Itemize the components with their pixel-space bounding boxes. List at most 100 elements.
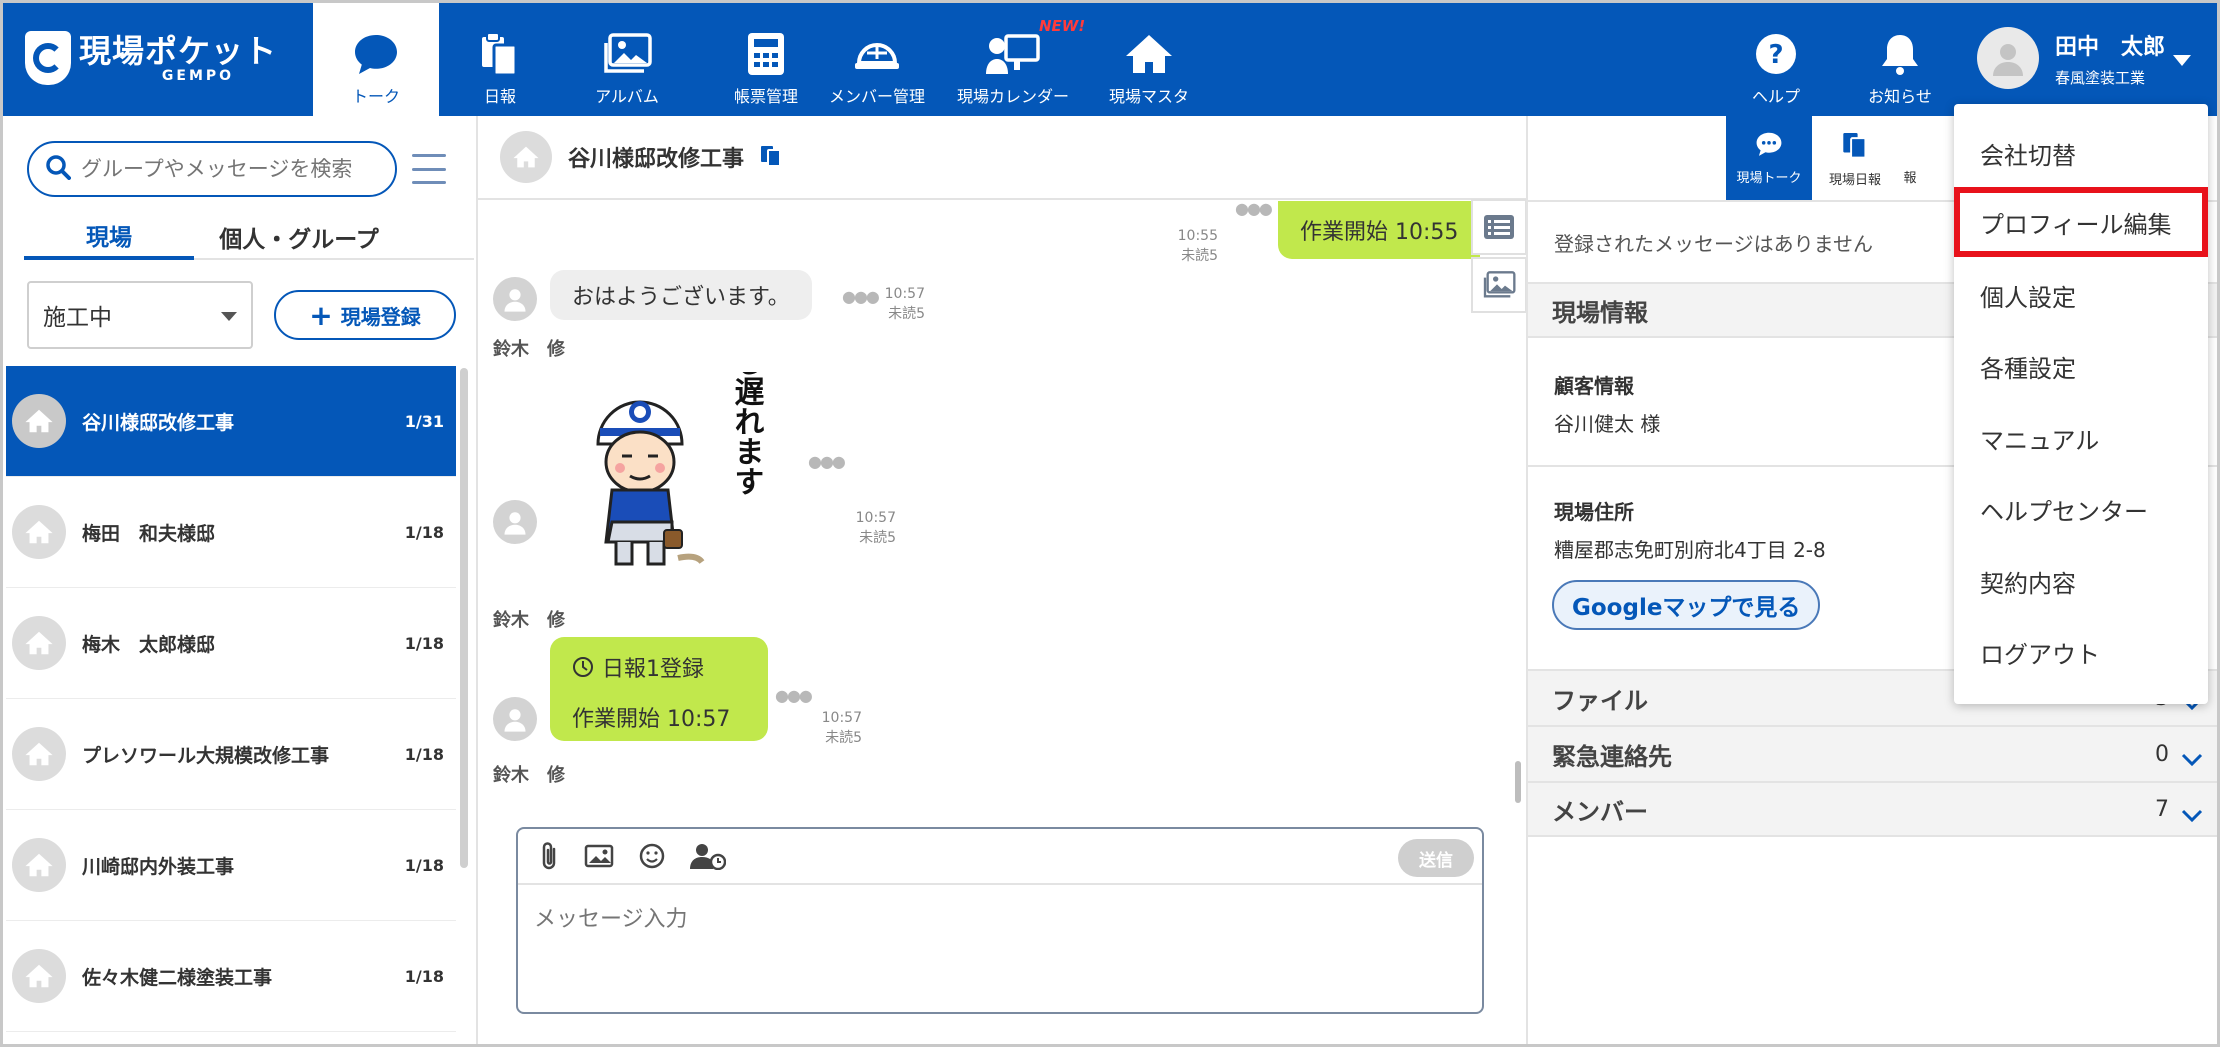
logo-mark-icon	[25, 31, 71, 85]
logo-subtext: GEMPO	[161, 68, 235, 84]
site-list-item[interactable]: プレソワール大規模改修工事 1/18	[6, 699, 456, 810]
customer-value: 谷川健太 様	[1554, 412, 1661, 436]
menu-item-settings[interactable]: 各種設定	[1954, 331, 2208, 401]
chevron-down-icon	[2181, 801, 2203, 829]
chat-scrollbar[interactable]	[1515, 761, 1521, 803]
logo-text: 現場ポケット	[79, 32, 278, 70]
house-icon	[12, 394, 66, 448]
user-dropdown-menu: 会社切替 プロフィール編集 個人設定 各種設定 マニュアル ヘルプセンター 契約…	[1954, 104, 2208, 704]
nav-album[interactable]: アルバム	[579, 3, 675, 116]
album-icon[interactable]	[1471, 257, 1527, 313]
sender-name: 鈴木 修	[493, 610, 565, 631]
info-tabs: 現場トーク 現場日報 報	[1726, 116, 1922, 200]
site-list-item[interactable]: 梅木 太郎様邸 1/18	[6, 588, 456, 699]
menu-item-contract[interactable]: 契約内容	[1954, 546, 2208, 616]
tab-partial[interactable]: 報	[1898, 116, 1922, 200]
search-box[interactable]	[27, 141, 397, 197]
sender-name: 鈴木 修	[493, 339, 565, 360]
svg-text:少し遅れます: 少し遅れます	[729, 372, 765, 496]
clock-icon	[572, 656, 594, 678]
user-menu-trigger[interactable]: 田中 太郎 春風塗装工業	[1977, 27, 2191, 89]
message-composer: 送信	[516, 827, 1484, 1014]
sender-avatar	[493, 277, 537, 321]
send-button[interactable]: 送信	[1398, 839, 1474, 877]
google-map-button[interactable]: Googleマップで見る	[1552, 580, 1821, 630]
menu-item-edit-profile[interactable]: プロフィール編集	[1954, 187, 2208, 257]
customer-label: 顧客情報	[1554, 374, 1634, 398]
address-label: 現場住所	[1554, 500, 1634, 524]
user-schedule-icon[interactable]	[690, 842, 726, 870]
nav-talk[interactable]: トーク	[313, 3, 439, 116]
help-icon: ?	[1754, 29, 1798, 79]
house-icon	[1124, 29, 1174, 79]
tab-site-report[interactable]: 現場日報	[1812, 116, 1898, 200]
app-logo[interactable]: 現場ポケット GEMPO	[25, 31, 277, 85]
chevron-down-icon	[2181, 745, 2203, 773]
nav-forms[interactable]: 帳票管理	[711, 3, 821, 116]
top-nav-bar: 現場ポケット GEMPO トーク 日報 アルバム 帳票管理 メンバー管理 NEW…	[3, 3, 2217, 116]
address-value: 糟屋郡志免町別府北4丁目 2-8	[1554, 538, 1826, 562]
report-icon	[1842, 129, 1868, 163]
report-icon	[480, 29, 520, 79]
image-icon[interactable]	[584, 844, 614, 868]
site-list: 谷川様邸改修工事 1/31 梅田 和夫様邸 1/18 梅木 太郎様邸 1/18 …	[6, 366, 456, 1032]
list-icon[interactable]	[1471, 199, 1527, 255]
emoji-icon[interactable]	[638, 842, 666, 870]
menu-item-help-center[interactable]: ヘルプセンター	[1954, 474, 2208, 544]
message-meta: 10:57 未読5	[884, 286, 925, 322]
tab-site-talk[interactable]: 現場トーク	[1726, 116, 1812, 200]
house-icon	[12, 505, 66, 559]
house-icon	[12, 616, 66, 670]
nav-member-management[interactable]: メンバー管理	[825, 3, 929, 116]
house-icon	[12, 949, 66, 1003]
site-list-item[interactable]: 佐々木健二様塗装工事 1/18	[6, 921, 456, 1032]
message-bubble[interactable]: おはようございます。	[550, 270, 812, 320]
svg-text:?: ?	[1768, 40, 1783, 70]
menu-icon[interactable]	[412, 154, 446, 184]
menu-item-logout[interactable]: ログアウト	[1954, 617, 2208, 687]
sender-name: 鈴木 修	[493, 765, 565, 786]
helmet-icon	[853, 29, 901, 79]
daily-report-message[interactable]: 日報1登録 作業開始 10:57	[550, 637, 768, 741]
site-list-item[interactable]: 川崎邸内外装工事 1/18	[6, 810, 456, 921]
message-input[interactable]	[518, 885, 1458, 995]
site-list-item[interactable]: 谷川様邸改修工事 1/31	[6, 366, 456, 477]
chat-title: 谷川様邸改修工事	[568, 147, 745, 172]
sender-avatar	[493, 500, 537, 544]
paperclip-icon[interactable]	[538, 841, 560, 871]
message-meta: 10:57 未読5	[855, 510, 896, 546]
nav-site-master[interactable]: 現場マスタ	[1103, 3, 1195, 116]
nav-notifications[interactable]: お知らせ	[1865, 3, 1935, 116]
calendar-screen-icon	[984, 29, 1042, 79]
house-icon	[12, 838, 66, 892]
album-icon	[602, 29, 652, 79]
nav-help[interactable]: ? ヘルプ	[1745, 3, 1807, 116]
menu-item-personal-settings[interactable]: 個人設定	[1954, 260, 2208, 330]
sticker-image[interactable]: 少し遅れます	[578, 316, 778, 572]
status-filter-select[interactable]: 施工中	[27, 281, 253, 349]
search-input[interactable]	[81, 157, 381, 181]
sidebar-scrollbar[interactable]	[460, 368, 468, 868]
more-options-icon[interactable]: ●●●	[1235, 199, 1273, 218]
chat-bubble-icon	[1755, 131, 1783, 161]
nav-daily-report[interactable]: 日報	[463, 3, 537, 116]
sidebar-tabs: 現場 個人・グループ	[24, 214, 474, 260]
tab-sites[interactable]: 現場	[24, 214, 194, 260]
chat-panel: 谷川様邸改修工事 ●●● 10:55 未読5 作業開始 10:55 おはようござい…	[478, 116, 1526, 1044]
more-options-icon[interactable]: ●●●	[775, 686, 813, 705]
tab-personal-groups[interactable]: 個人・グループ	[194, 214, 404, 260]
report-icon[interactable]	[760, 143, 782, 171]
nav-site-calendar[interactable]: NEW! 現場カレンダー	[951, 3, 1085, 116]
message-bubble-own[interactable]: 作業開始 10:55	[1278, 201, 1481, 259]
register-site-button[interactable]: + 現場登録	[274, 290, 456, 340]
new-badge: NEW!	[1039, 17, 1086, 35]
message-meta: 10:57 未読5	[821, 710, 862, 746]
menu-item-manual[interactable]: マニュアル	[1954, 403, 2208, 473]
menu-item-switch-company[interactable]: 会社切替	[1954, 118, 2208, 188]
more-options-icon[interactable]: ●●●	[808, 452, 846, 471]
plus-icon: +	[309, 298, 333, 332]
accordion-emergency-contacts[interactable]: 緊急連絡先 0	[1528, 725, 2217, 781]
house-icon	[12, 727, 66, 781]
site-list-item[interactable]: 梅田 和夫様邸 1/18	[6, 477, 456, 588]
accordion-members[interactable]: メンバー 7	[1528, 781, 2217, 837]
